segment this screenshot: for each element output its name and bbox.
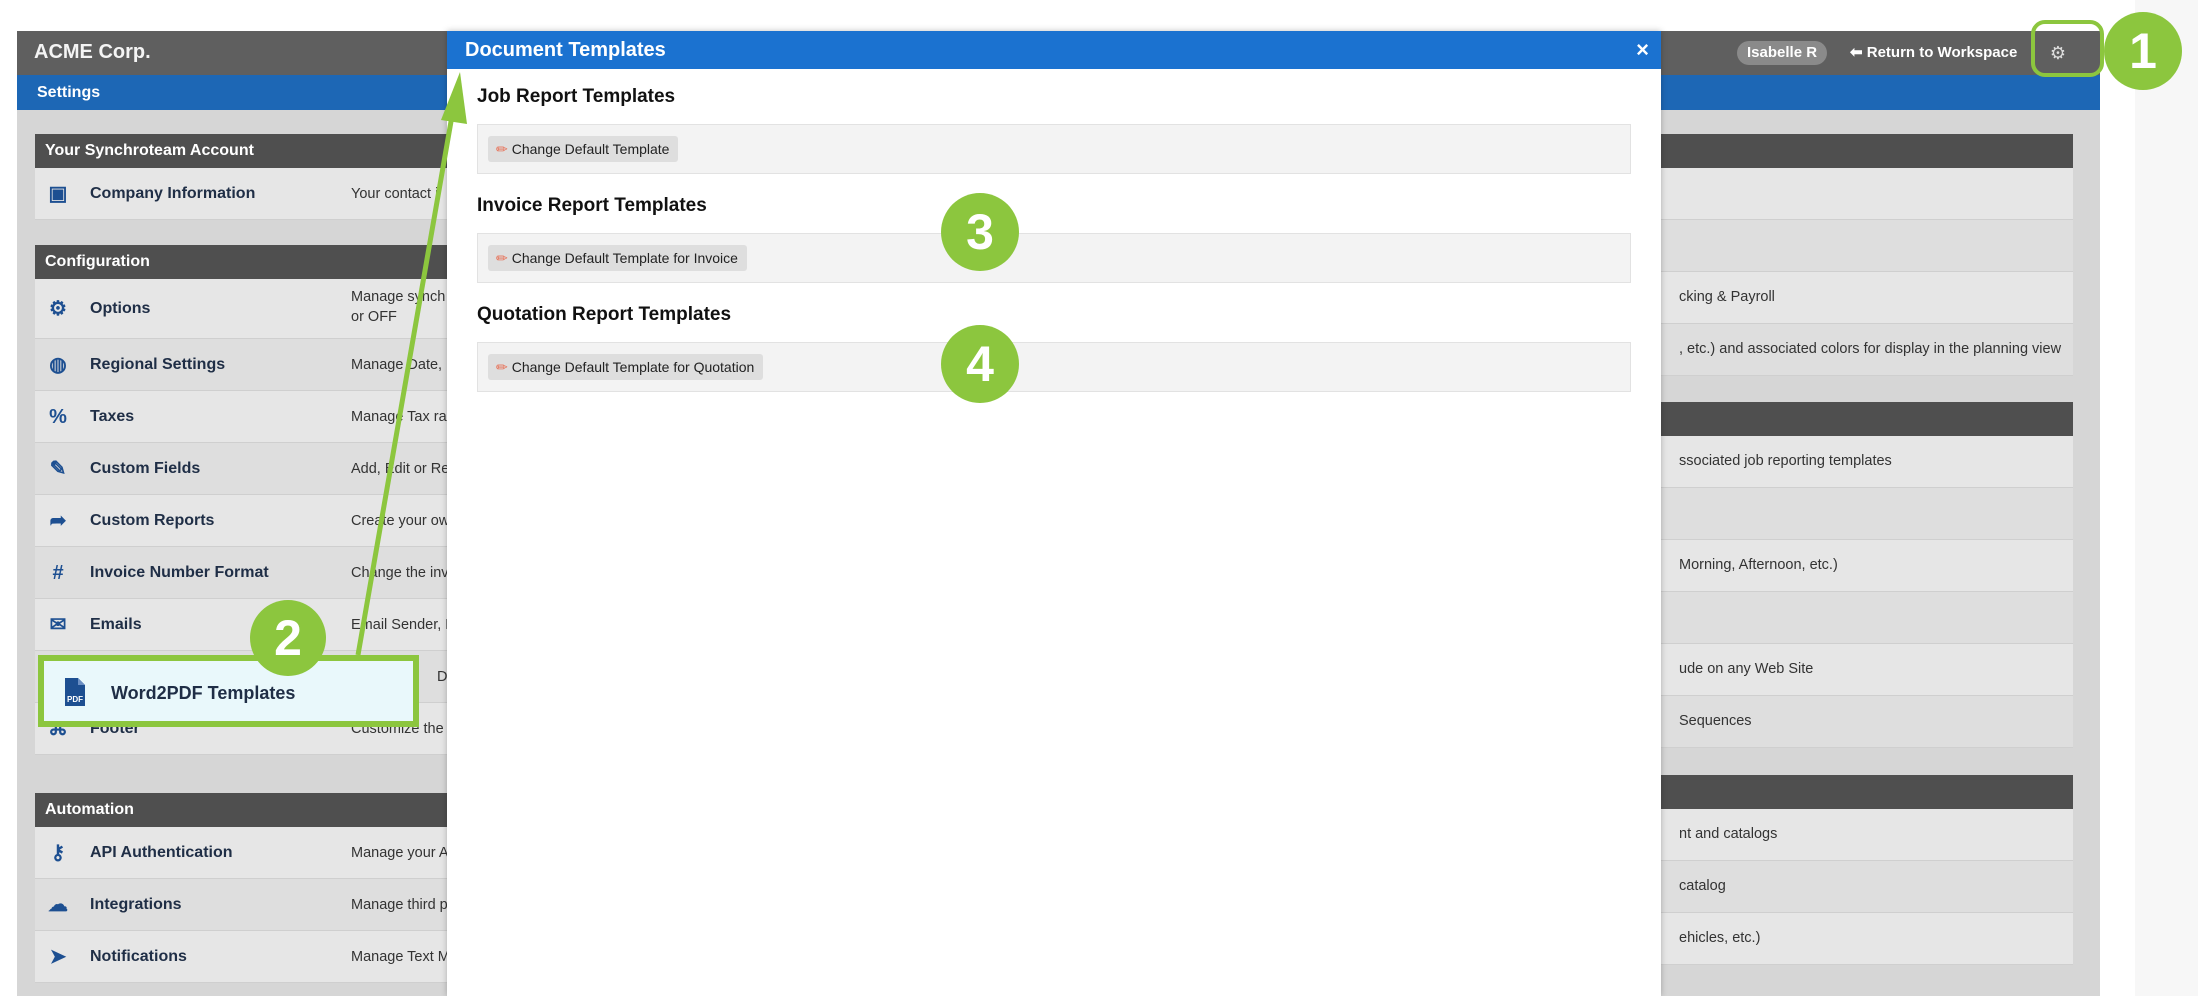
callout-1: 1 <box>2104 12 2182 90</box>
callout-2: 2 <box>250 600 326 676</box>
callout-3: 3 <box>941 193 1019 271</box>
gear-highlight <box>2031 20 2104 77</box>
annotation-arrow <box>355 72 467 656</box>
screenshot-stage: ACME Corp. Isabelle R ⬅ Return to Worksp… <box>0 0 2198 996</box>
callout-4: 4 <box>941 325 1019 403</box>
